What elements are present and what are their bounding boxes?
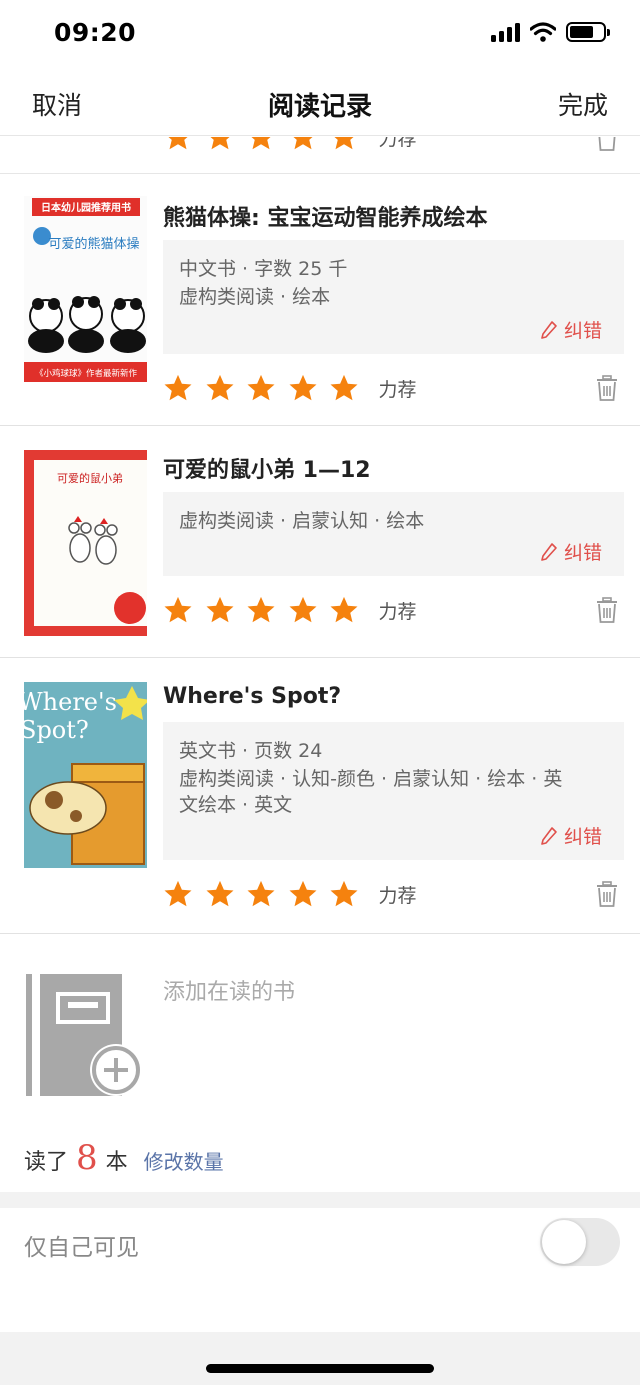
star-icon[interactable]	[205, 595, 235, 625]
correct-label: 纠错	[563, 320, 602, 342]
edit-count-link[interactable]: 修改数量	[144, 1146, 224, 1175]
rating-label: 力荐	[378, 884, 417, 907]
status-time: 09:20	[54, 18, 137, 47]
star-icon[interactable]	[329, 879, 359, 909]
trash-icon[interactable]	[596, 881, 618, 907]
trash-icon[interactable]	[596, 137, 618, 151]
book-cover[interactable]: Where's Spot?	[24, 682, 147, 868]
book-info-line: 虚构类阅读 · 绘本	[179, 286, 331, 308]
book-row[interactable]: 日本幼儿园推荐用书 可爱的熊猫体操 《小鸡球球》作者最新新作 熊猫体操: 宝宝运…	[0, 174, 640, 426]
star-icon[interactable]	[205, 137, 235, 152]
partial-book-row: 力荐	[0, 137, 640, 174]
star-icon[interactable]	[246, 137, 276, 152]
star-icon[interactable]	[163, 595, 193, 625]
pencil-icon	[541, 826, 557, 845]
book-info-line: 虚构类阅读 · 认知-颜色 · 启蒙认知 · 绘本 · 英	[179, 768, 563, 790]
rating-label: 力荐	[378, 600, 417, 623]
read-count-suffix: 本	[105, 1150, 128, 1175]
add-reading-book-button[interactable]: 添加在读的书	[163, 974, 295, 1006]
bottom-bar	[0, 1332, 640, 1385]
rating-label: 力荐	[378, 378, 417, 401]
trash-icon[interactable]	[596, 597, 618, 623]
cover-title-text: Where's	[24, 688, 117, 716]
rating-stars[interactable]: 力荐	[163, 590, 417, 630]
add-book-section: 添加在读的书 读了 8 本 修改数量	[0, 934, 640, 1192]
star-icon[interactable]	[246, 373, 276, 403]
page-title: 阅读记录	[267, 92, 372, 122]
book-row[interactable]: 可爱的鼠小弟 可爱的鼠小弟 1—12 虚构类阅读 · 启蒙认知 · 绘本 纠错 …	[0, 426, 640, 658]
star-icon[interactable]	[163, 879, 193, 909]
book-info-box: 中文书 · 字数 25 千 虚构类阅读 · 绘本 纠错	[163, 240, 624, 354]
privacy-toggle[interactable]	[540, 1218, 620, 1266]
star-icon[interactable]	[288, 137, 318, 152]
cover-banner-text: 日本幼儿园推荐用书	[41, 201, 131, 214]
star-icon[interactable]	[288, 879, 318, 909]
nav-bar: 取消 阅读记录 完成	[0, 70, 640, 136]
star-icon[interactable]	[163, 373, 193, 403]
battery-icon	[566, 22, 610, 42]
correct-button[interactable]: 纠错	[540, 822, 602, 849]
rating-stars[interactable]: 力荐	[163, 137, 417, 157]
correct-button[interactable]: 纠错	[540, 538, 602, 565]
star-icon[interactable]	[205, 373, 235, 403]
pencil-icon	[541, 542, 557, 561]
cover-footer-text: 《小鸡球球》作者最新新作	[35, 368, 138, 379]
book-info-line: 虚构类阅读 · 启蒙认知 · 绘本	[179, 510, 425, 532]
book-cover[interactable]: 可爱的鼠小弟	[24, 450, 147, 636]
rating-stars[interactable]: 力荐	[163, 368, 417, 408]
star-icon[interactable]	[329, 373, 359, 403]
read-count-prefix: 读了	[24, 1150, 69, 1175]
cover-title-text: 可爱的鼠小弟	[57, 471, 123, 485]
book-info-box: 虚构类阅读 · 启蒙认知 · 绘本 纠错	[163, 492, 624, 576]
cover-title-text: Spot?	[24, 716, 89, 744]
add-book-icon[interactable]	[24, 972, 146, 1096]
toggle-knob	[542, 1220, 586, 1264]
rating-stars[interactable]: 力荐	[163, 874, 417, 914]
wifi-icon	[530, 22, 556, 42]
star-icon[interactable]	[288, 595, 318, 625]
book-cover[interactable]: 日本幼儿园推荐用书 可爱的熊猫体操 《小鸡球球》作者最新新作	[24, 196, 147, 382]
book-info-box: 英文书 · 页数 24 虚构类阅读 · 认知-颜色 · 启蒙认知 · 绘本 · …	[163, 722, 624, 860]
correct-label: 纠错	[563, 826, 602, 848]
book-title[interactable]: 可爱的鼠小弟 1—12	[163, 452, 371, 484]
privacy-row: 仅自己可见	[0, 1208, 640, 1332]
book-info-line: 英文书 · 页数 24	[179, 740, 323, 762]
read-count-number: 8	[76, 1138, 98, 1178]
star-icon[interactable]	[329, 595, 359, 625]
read-count: 读了 8 本 修改数量	[24, 1138, 224, 1178]
star-icon[interactable]	[205, 879, 235, 909]
star-icon[interactable]	[246, 879, 276, 909]
cellular-signal-icon	[491, 22, 520, 42]
section-divider	[0, 1192, 640, 1208]
star-icon[interactable]	[163, 137, 193, 152]
rating-label: 力荐	[378, 137, 417, 150]
book-info-line: 文绘本 · 英文	[179, 794, 293, 816]
done-button[interactable]: 完成	[558, 86, 608, 122]
correct-button[interactable]: 纠错	[540, 316, 602, 343]
star-icon[interactable]	[329, 137, 359, 152]
trash-icon[interactable]	[596, 375, 618, 401]
home-indicator[interactable]	[206, 1364, 434, 1373]
correct-label: 纠错	[563, 542, 602, 564]
privacy-label: 仅自己可见	[24, 1235, 139, 1261]
status-bar: 09:20	[0, 0, 640, 70]
status-icons	[491, 22, 610, 42]
pencil-icon	[541, 320, 557, 339]
cover-title-text: 可爱的熊猫体操	[48, 236, 139, 252]
star-icon[interactable]	[246, 595, 276, 625]
star-icon[interactable]	[288, 373, 318, 403]
book-row[interactable]: Where's Spot? Where's Spot? 英文书 · 页数 24 …	[0, 658, 640, 934]
book-title[interactable]: Where's Spot?	[163, 684, 341, 709]
book-info-line: 中文书 · 字数 25 千	[179, 258, 348, 280]
book-title[interactable]: 熊猫体操: 宝宝运动智能养成绘本	[163, 200, 487, 232]
